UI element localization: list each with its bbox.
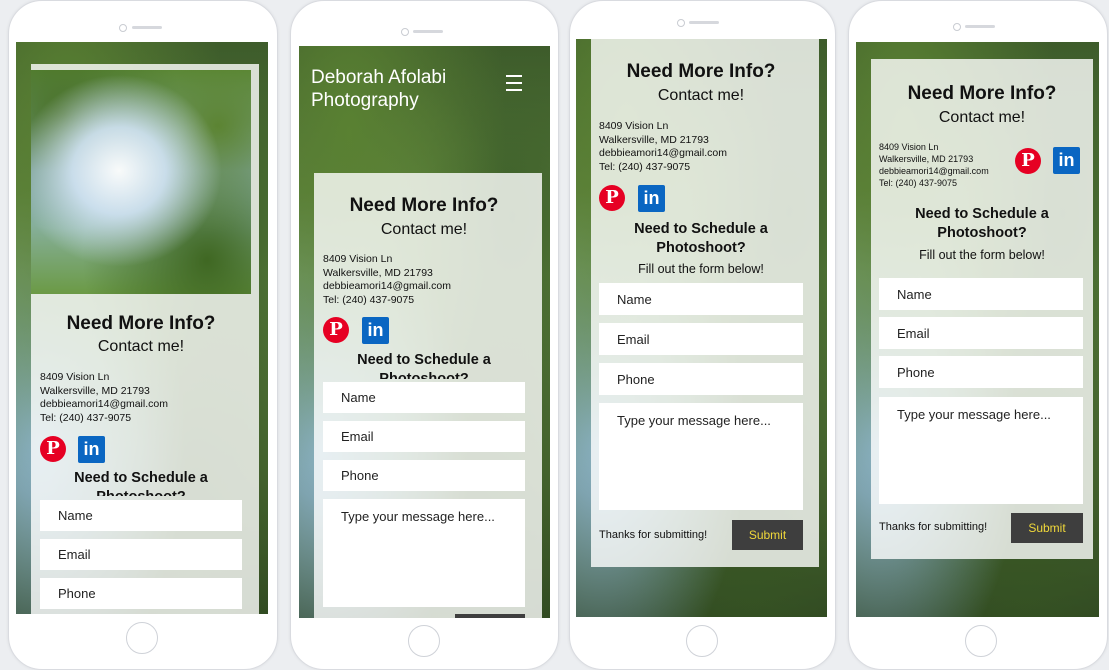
contact-card: Need More Info? Contact me! 8409 Vision … <box>31 64 259 614</box>
thanks-message: Thanks for submitting! <box>879 521 988 533</box>
fill-form-instruction: Fill out the form below! <box>638 262 764 276</box>
contact-address: 8409 Vision Ln Walkersville, MD 21793 de… <box>599 120 727 174</box>
schedule-heading-line-2: Photoshoot? <box>31 488 251 496</box>
email-input[interactable]: Email <box>40 539 242 570</box>
name-input[interactable]: Name <box>879 278 1083 310</box>
screen-4: Need More Info? Contact me! 8409 Vision … <box>856 42 1099 617</box>
contact-heading: Need More Info? <box>349 195 499 216</box>
address-line-1: 8409 Vision Ln <box>879 142 939 152</box>
email-link[interactable]: debbieamori14@gmail.com <box>323 280 451 294</box>
site-title[interactable]: Deborah Afolabi Photography <box>311 66 446 112</box>
contact-address: 8409 Vision Ln Walkersville, MD 21793 de… <box>879 141 989 189</box>
phone-mockup-3: Need More Info? Contact me! 8409 Vision … <box>569 0 836 670</box>
speaker-slot <box>132 26 162 29</box>
address-line-1: 8409 Vision Ln <box>40 371 110 383</box>
pinterest-icon[interactable]: P <box>323 317 349 343</box>
schedule-heading-line-1: Need to Schedule a <box>634 221 768 237</box>
linkedin-icon[interactable]: in <box>1053 147 1080 174</box>
contact-address: 8409 Vision Ln Walkersville, MD 21793 de… <box>323 253 451 307</box>
linkedin-icon[interactable]: in <box>362 317 389 344</box>
camera-dot <box>677 19 685 27</box>
contact-subheading: Contact me! <box>938 109 1026 126</box>
contact-heading: Need More Info? <box>907 83 1057 104</box>
schedule-heading-line-1: Need to Schedule a <box>357 352 491 368</box>
phone-mockup-4: Need More Info? Contact me! 8409 Vision … <box>848 0 1108 670</box>
camera-dot <box>119 24 127 32</box>
phone-input[interactable]: Phone <box>323 460 525 491</box>
submit-button[interactable]: Submit <box>1011 513 1083 543</box>
schedule-heading-line-2: Photoshoot? <box>656 240 746 256</box>
hero-image <box>31 70 251 294</box>
contact-address: 8409 Vision Ln Walkersville, MD 21793 de… <box>40 371 168 425</box>
address-line-1: 8409 Vision Ln <box>323 253 393 265</box>
submit-button[interactable]: Submit <box>732 520 803 550</box>
name-input[interactable]: Name <box>599 283 803 315</box>
fill-form-instruction: Fill out the form below! <box>919 248 1045 262</box>
thanks-message: Thanks for submitting! <box>599 529 708 541</box>
phone-number: Tel: (240) 437-9075 <box>879 178 958 188</box>
contact-heading: Need More Info? <box>66 313 216 334</box>
contact-card: Need More Info? Contact me! 8409 Vision … <box>871 59 1093 559</box>
contact-subheading: Contact me! <box>657 87 745 104</box>
speaker-slot <box>413 30 443 33</box>
site-title-line-2: Photography <box>311 90 419 111</box>
message-textarea[interactable]: Type your message here... <box>323 499 525 607</box>
contact-subheading: Contact me! <box>380 221 468 238</box>
email-link[interactable]: debbieamori14@gmail.com <box>40 398 168 412</box>
hamburger-menu-icon[interactable] <box>506 75 522 96</box>
camera-dot <box>953 23 961 31</box>
phone-number: Tel: (240) 437-9075 <box>323 293 415 306</box>
schedule-heading-line-1: Need to Schedule a <box>915 206 1049 222</box>
speaker-slot <box>689 21 719 24</box>
schedule-heading: Need to Schedule a Photoshoot? <box>871 205 1093 245</box>
phone-input[interactable]: Phone <box>879 356 1083 388</box>
screen-1: Need More Info? Contact me! 8409 Vision … <box>16 42 268 614</box>
phone-mockup-2: Deborah Afolabi Photography Need More In… <box>290 0 559 670</box>
site-title-line-1: Deborah Afolabi <box>311 67 447 88</box>
phone-number: Tel: (240) 437-9075 <box>40 411 132 424</box>
name-input[interactable]: Name <box>40 500 242 531</box>
schedule-heading: Need to Schedule a Photoshoot? <box>31 469 251 496</box>
home-button <box>126 622 158 654</box>
schedule-heading: Need to Schedule a Photoshoot? <box>591 220 811 260</box>
pinterest-icon[interactable]: P <box>1015 148 1041 174</box>
schedule-heading-line-2: Photoshoot? <box>379 371 469 379</box>
submit-button-partial[interactable] <box>455 614 525 618</box>
contact-subheading: Contact me! <box>97 338 185 355</box>
speaker-slot <box>965 25 995 28</box>
phone-input[interactable]: Phone <box>40 578 242 609</box>
schedule-heading-line-1: Need to Schedule a <box>74 470 208 486</box>
email-input[interactable]: Email <box>323 421 525 452</box>
contact-card: Need More Info? Contact me! 8409 Vision … <box>314 173 542 618</box>
screen-2: Deborah Afolabi Photography Need More In… <box>299 46 550 618</box>
pinterest-icon[interactable]: P <box>40 436 66 462</box>
phone-mockup-1: Need More Info? Contact me! 8409 Vision … <box>8 0 278 670</box>
contact-heading: Need More Info? <box>626 61 776 82</box>
screen-3: Need More Info? Contact me! 8409 Vision … <box>576 39 827 617</box>
message-textarea[interactable]: Type your message here... <box>879 397 1083 504</box>
pinterest-icon[interactable]: P <box>599 185 625 211</box>
address-line-2: Walkersville, MD 21793 <box>599 133 709 146</box>
name-input[interactable]: Name <box>323 382 525 413</box>
phone-input[interactable]: Phone <box>599 363 803 395</box>
address-line-2: Walkersville, MD 21793 <box>40 384 150 397</box>
email-link[interactable]: debbieamori14@gmail.com <box>599 147 727 161</box>
contact-card: Need More Info? Contact me! 8409 Vision … <box>591 39 819 567</box>
linkedin-icon[interactable]: in <box>638 185 665 212</box>
address-line-2: Walkersville, MD 21793 <box>879 154 974 164</box>
address-line-1: 8409 Vision Ln <box>599 120 669 132</box>
home-button <box>408 625 440 657</box>
home-button <box>686 625 718 657</box>
phone-number: Tel: (240) 437-9075 <box>599 160 691 173</box>
schedule-heading: Need to Schedule a Photoshoot? <box>314 351 534 379</box>
email-input[interactable]: Email <box>879 317 1083 349</box>
email-input[interactable]: Email <box>599 323 803 355</box>
address-line-2: Walkersville, MD 21793 <box>323 266 433 279</box>
linkedin-icon[interactable]: in <box>78 436 105 463</box>
camera-dot <box>401 28 409 36</box>
email-link[interactable]: debbieamori14@gmail.com <box>879 165 989 177</box>
message-textarea[interactable]: Type your message here... <box>599 403 803 510</box>
schedule-heading-line-2: Photoshoot? <box>937 225 1027 241</box>
home-button <box>965 625 997 657</box>
